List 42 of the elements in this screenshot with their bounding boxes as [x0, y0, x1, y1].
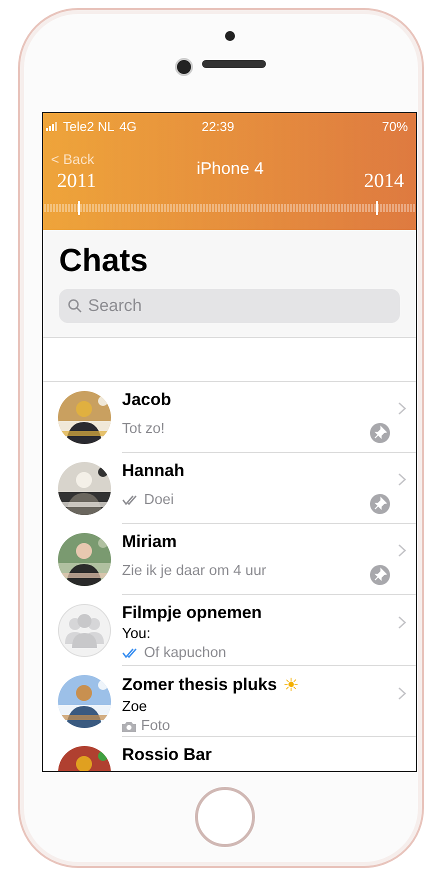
chat-name: Filmpje opnemen — [122, 603, 262, 623]
double-check-icon — [122, 495, 139, 505]
chat-name: Hannah — [122, 461, 184, 481]
chevron-icon — [398, 402, 406, 414]
speaker-icon — [202, 60, 266, 68]
chat-row[interactable]: Zomer thesis pluks ☀ Zoe Foto — [122, 666, 416, 737]
timeline-ruler-drawing[interactable] — [43, 201, 416, 215]
chevron-icon — [398, 686, 406, 700]
message-preview: Zie ik je daar om 4 uur — [122, 563, 266, 579]
page-title: Chats — [59, 242, 149, 279]
search-field[interactable]: Search — [59, 289, 400, 323]
end-year: 2014 — [364, 170, 404, 193]
chat-row[interactable]: Jacob Tot zo! — [122, 382, 416, 453]
sensor-icon — [225, 31, 235, 41]
message-preview: Of kapuchon — [144, 645, 226, 661]
sun-emoji: ☀ — [282, 674, 299, 696]
signal-icon — [46, 122, 58, 131]
chat-row[interactable]: Hannah Doei — [122, 453, 416, 524]
chevron-icon — [398, 544, 406, 556]
clock: 22:39 — [202, 119, 234, 134]
chat-name: Miriam — [122, 532, 177, 552]
sender-name: Zoe — [122, 699, 147, 715]
double-check-icon — [122, 648, 139, 658]
message-preview: Doei — [144, 492, 174, 508]
chat-name: Jacob — [122, 390, 172, 410]
start-year: 2011 — [57, 170, 96, 193]
sender-name: You: — [122, 626, 150, 642]
chat-name: Rossio Bar — [122, 745, 212, 765]
network-type: 4G — [119, 119, 137, 134]
message-preview: Tot zo! — [122, 421, 165, 437]
search-icon — [68, 299, 82, 313]
chevron-icon — [398, 472, 406, 486]
battery-percentage: 70% — [382, 119, 408, 134]
camera-lens-icon — [175, 58, 193, 76]
carrier-name: Tele2 NL — [63, 119, 114, 134]
chat-row[interactable]: Miriam Zie ik je daar om 4 uur — [122, 524, 416, 595]
camera-icon — [122, 720, 136, 732]
chevron-icon — [398, 616, 406, 628]
media-label: Foto — [141, 718, 170, 734]
chat-row[interactable]: Filmpje opnemen You: Of kapuchon — [122, 595, 416, 666]
header-title: iPhone 4 — [196, 159, 264, 179]
chat-name: Zomer thesis pluks — [122, 675, 277, 695]
